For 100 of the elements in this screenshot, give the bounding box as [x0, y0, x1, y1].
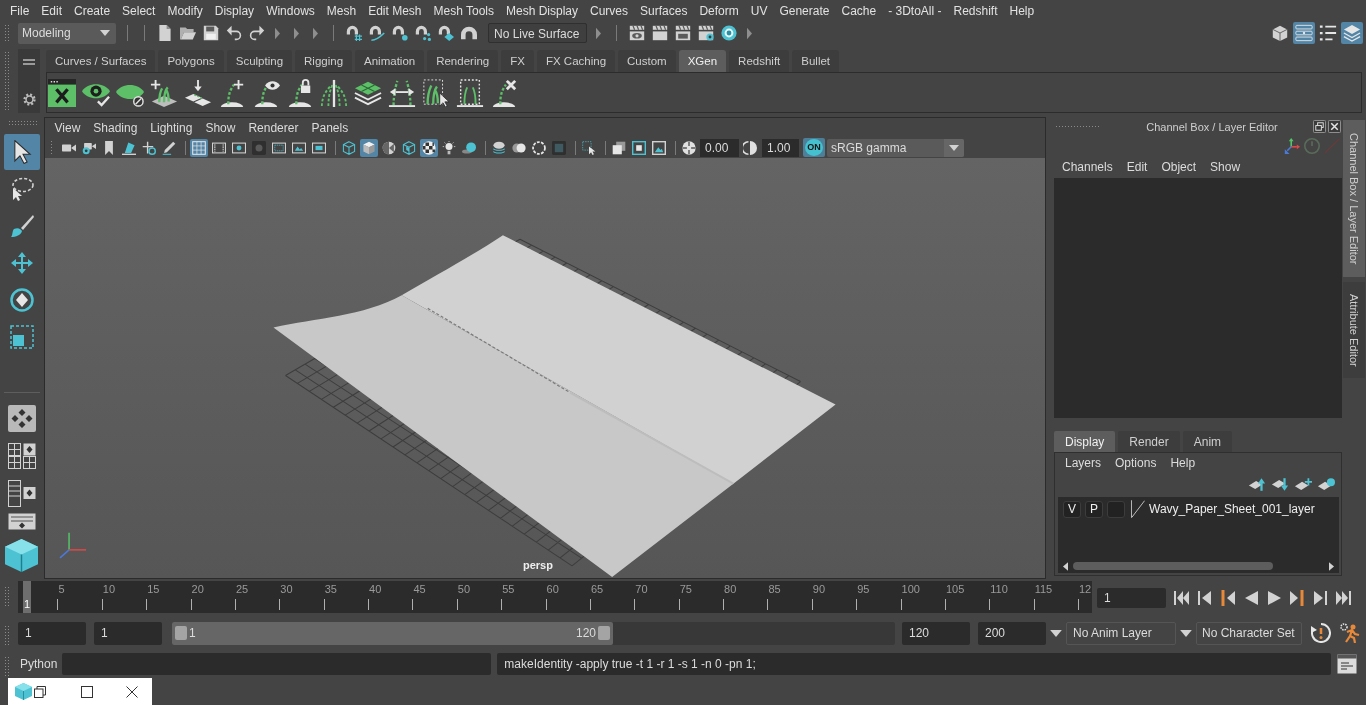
shelf-tab[interactable]: Sculpting	[226, 50, 293, 72]
menu-item[interactable]: Select	[116, 2, 162, 19]
shelf-tab[interactable]: Custom	[618, 50, 676, 72]
strand-cross-icon[interactable]	[490, 78, 518, 107]
restore-icon[interactable]	[34, 685, 46, 698]
scroll-right-icon[interactable]	[1329, 561, 1334, 571]
layer-menu-item[interactable]: Help	[1163, 456, 1203, 470]
menu-item[interactable]: Edit	[35, 2, 69, 19]
channel-menu-item[interactable]: Edit	[1119, 160, 1155, 174]
wireframe-cube-icon[interactable]	[340, 138, 358, 157]
menu-item[interactable]: Surfaces	[634, 2, 694, 19]
menu-item[interactable]: Windows	[260, 2, 321, 19]
menu-item[interactable]: Mesh	[320, 2, 363, 19]
axis-arrows-icon[interactable]	[1284, 138, 1300, 154]
undo-icon[interactable]	[225, 25, 242, 41]
checker-ball-icon[interactable]	[420, 138, 438, 157]
plane-arrow-icon[interactable]	[184, 78, 212, 107]
panel-menu-item[interactable]: Shading	[86, 120, 144, 135]
visibility-toggle[interactable]: V	[1063, 500, 1081, 518]
close-x-icon[interactable]	[126, 685, 138, 698]
layers-icon[interactable]	[1341, 22, 1363, 44]
strand-lock-icon[interactable]	[286, 78, 314, 107]
channel-menu-item[interactable]: Object	[1154, 160, 1204, 174]
playback-toggle[interactable]: P	[1085, 500, 1103, 518]
pane-view-icon[interactable]	[8, 513, 36, 530]
menu-item[interactable]: Mesh Display	[500, 2, 585, 19]
square-tile-icon[interactable]	[550, 138, 568, 157]
exposure-field[interactable]: 0.00	[700, 138, 739, 157]
menu-item[interactable]: Modify	[161, 2, 209, 19]
close-icon[interactable]	[1328, 120, 1341, 133]
menu-icon[interactable]	[23, 59, 35, 65]
restore-window-icon[interactable]	[1313, 120, 1326, 133]
cube-logo-icon[interactable]	[15, 683, 32, 700]
strand-plus-icon[interactable]	[218, 78, 246, 107]
caret-right-icon[interactable]	[313, 26, 318, 40]
scroll-left-icon[interactable]	[1063, 561, 1068, 571]
clapperboard-icon[interactable]	[651, 25, 668, 41]
grass-cursor-icon[interactable]	[422, 78, 450, 107]
caret-right-icon[interactable]	[294, 26, 299, 40]
command-input-field[interactable]	[62, 653, 492, 675]
panel-menu-item[interactable]: View	[48, 120, 87, 135]
caret-right-icon[interactable]	[747, 26, 752, 40]
menu-item[interactable]: Deform	[693, 2, 745, 19]
caret-right-icon[interactable]	[275, 26, 280, 40]
live-surface-field[interactable]: No Live Surface	[488, 23, 587, 43]
skip-to-start-icon[interactable]	[1174, 590, 1190, 606]
shelf-tab[interactable]: Rigging	[295, 50, 353, 72]
clapperboard-dot-icon[interactable]	[697, 25, 714, 41]
playback-start-field[interactable]: 1	[94, 621, 162, 645]
viewport-canvas[interactable]: persp	[45, 158, 1045, 578]
grass-plus-icon[interactable]	[150, 78, 178, 107]
channel-menu-item[interactable]: Channels	[1055, 160, 1120, 174]
split-view-icon[interactable]	[8, 480, 36, 507]
shelf-tab[interactable]: FX Caching	[536, 50, 616, 72]
menu-item[interactable]: Redshift	[947, 2, 1004, 19]
panel-menu-item[interactable]: Show	[198, 120, 242, 135]
layer-editor-tab[interactable]: Display	[1054, 431, 1116, 452]
target-circle-icon[interactable]	[720, 25, 737, 41]
side-tab[interactable]: Channel Box / Layer Editor	[1343, 120, 1365, 277]
layer-editor-tab[interactable]: Anim	[1182, 431, 1233, 452]
playback-end-field[interactable]: 120	[902, 621, 970, 645]
menu-set-dropdown[interactable]: Modeling	[18, 22, 116, 44]
shelf-tab[interactable]: FX	[501, 50, 534, 72]
layer-up-icon[interactable]	[1248, 477, 1266, 491]
current-frame-marker[interactable]: 1	[23, 581, 31, 613]
menu-item[interactable]: Mesh Tools	[427, 2, 500, 19]
shelf-tab[interactable]: Redshift	[729, 50, 790, 72]
menu-item[interactable]: Curves	[584, 2, 635, 19]
marker-back-icon[interactable]	[1220, 590, 1236, 606]
quartered-circle-icon[interactable]	[680, 138, 698, 157]
light-bulb-icon[interactable]	[440, 138, 458, 157]
step-forward-icon[interactable]	[1312, 590, 1328, 606]
shelf-tab[interactable]: Bullet	[792, 50, 840, 72]
settings-icon[interactable]	[22, 93, 36, 106]
marker-forward-icon[interactable]	[1289, 590, 1305, 606]
menu-item[interactable]: Generate	[773, 2, 836, 19]
magnet-point-icon[interactable]	[391, 25, 408, 41]
shelf-tab[interactable]: Curves / Surfaces	[46, 50, 156, 72]
play-backward-icon[interactable]	[1243, 590, 1259, 606]
magnet-curve-icon[interactable]	[368, 25, 385, 41]
maximize-icon[interactable]	[81, 685, 93, 698]
image-icon[interactable]	[650, 138, 668, 157]
gamma-field[interactable]: 1.00	[762, 138, 799, 157]
color-management-toggle[interactable]: ON	[803, 138, 825, 157]
diagonal-line-icon[interactable]	[1131, 500, 1145, 518]
character-set-dropdown[interactable]: No Character Set	[1196, 621, 1302, 645]
four-diamonds-tile-icon[interactable]	[8, 405, 36, 432]
range-slider-bar[interactable]	[172, 621, 613, 645]
magnet-plane-icon[interactable]	[437, 25, 454, 41]
menu-item[interactable]: Edit Mesh	[362, 2, 428, 19]
scrollbar-thumb[interactable]	[1073, 562, 1273, 570]
dashed-box-cursor-icon[interactable]	[580, 138, 598, 157]
x-window-icon[interactable]	[48, 78, 76, 107]
layer-menu-item[interactable]: Options	[1108, 456, 1164, 470]
side-tab[interactable]: Attribute Editor	[1343, 282, 1365, 378]
anim-layer-dropdown[interactable]: No Anim Layer	[1066, 621, 1176, 645]
pane-grid-icon[interactable]	[8, 443, 36, 469]
grid-icon[interactable]	[190, 138, 208, 157]
menu-item[interactable]: UV	[744, 2, 774, 19]
layer-dot-icon[interactable]	[1317, 477, 1335, 491]
